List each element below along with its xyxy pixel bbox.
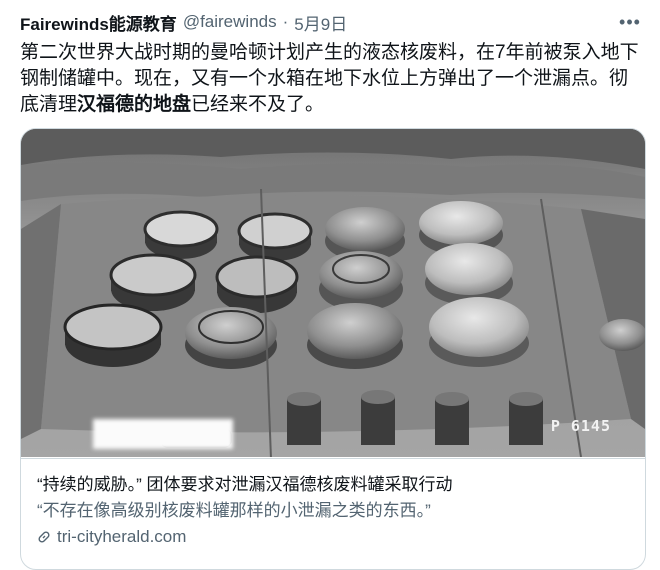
author-name[interactable]: Fairewinds能源教育 xyxy=(20,10,177,35)
card-domain: tri-cityherald.com xyxy=(57,527,187,546)
card-domain-row: tri-cityherald.com xyxy=(37,525,629,549)
card-photo[interactable]: P 6145 xyxy=(21,129,645,457)
card-info[interactable]: “持续的威胁。” 团体要求对泄漏汉福德核废料罐采取行动 “不存在像高级别核废料罐… xyxy=(21,458,645,563)
author-handle[interactable]: @fairewinds xyxy=(183,12,277,32)
hanford-tank-farm-photo xyxy=(21,129,645,457)
tweet-text: 第二次世界大战时期的曼哈顿计划产生的液态核废料，在7年前被泵入地下钢制储罐中。现… xyxy=(20,40,645,118)
separator: · xyxy=(282,12,289,31)
photo-label: P 6145 xyxy=(550,417,611,435)
link-card[interactable]: P 6145 “持续的威胁。” 团体要求对泄漏汉福德核废料罐采取行动 “不存在像… xyxy=(20,128,646,570)
card-description: “不存在像高级别核废料罐那样的小泄漏之类的东西。” xyxy=(37,501,431,520)
card-title: “持续的威胁。” 团体要求对泄漏汉福德核废料罐采取行动 xyxy=(37,475,453,494)
link-icon xyxy=(38,531,50,543)
tweet-text-bold: 汉福德的地盘 xyxy=(77,94,192,115)
more-horizontal-icon[interactable]: ••• xyxy=(618,12,642,32)
redaction-patch xyxy=(93,419,233,449)
tweet-date[interactable]: 5月9日 xyxy=(294,10,347,35)
tweet-header: Fairewinds能源教育 @fairewinds · 5月9日 ••• xyxy=(20,10,644,34)
tweet-text-part2: 已经来不及了。 xyxy=(191,94,325,115)
tank-open-1 xyxy=(143,210,219,259)
